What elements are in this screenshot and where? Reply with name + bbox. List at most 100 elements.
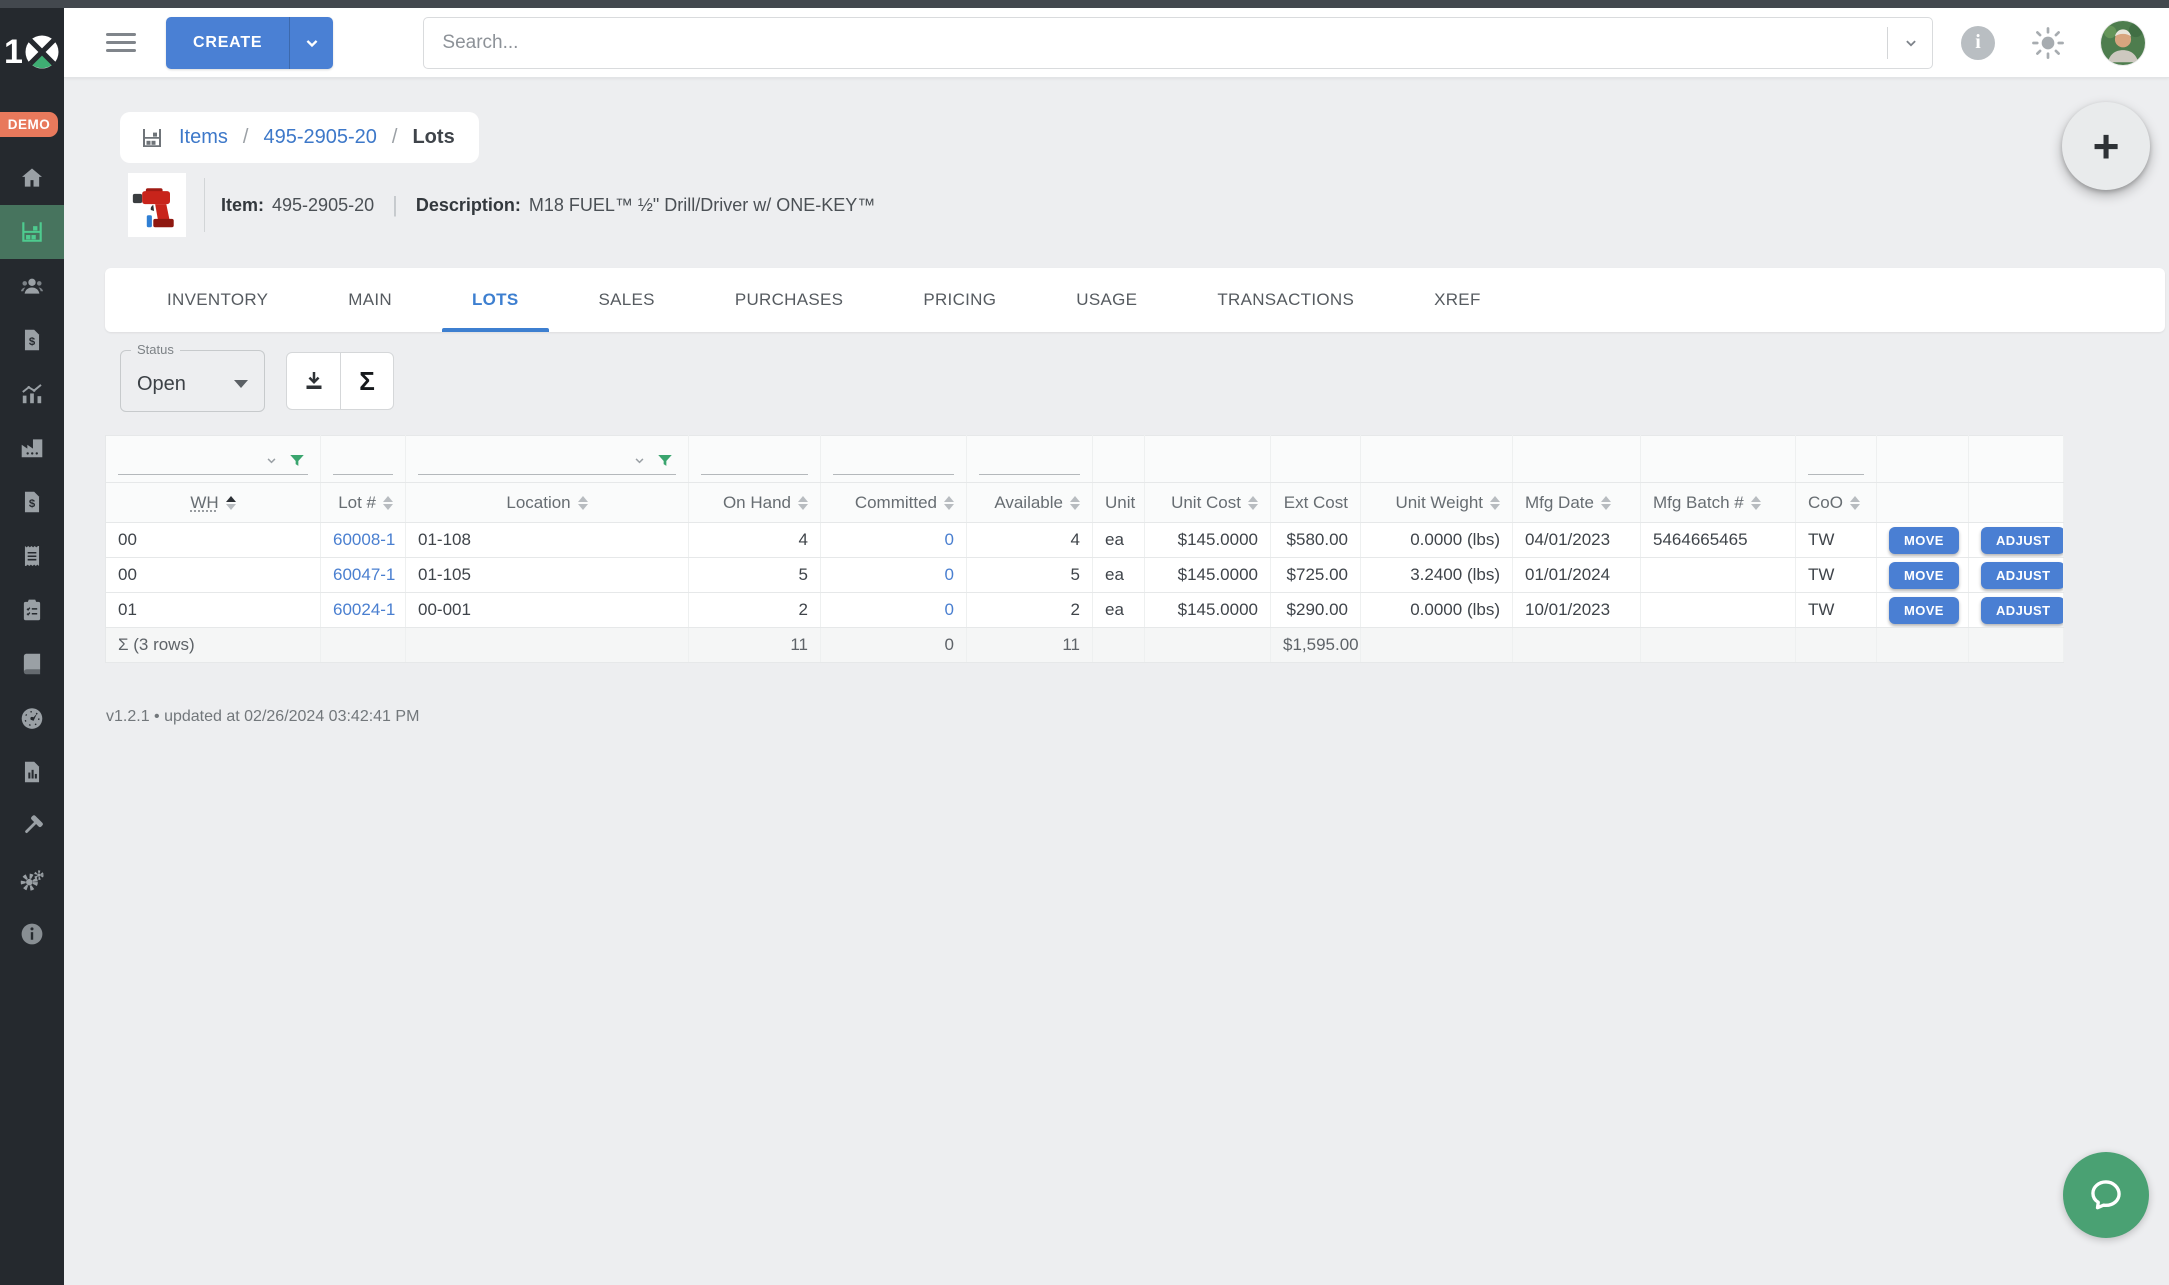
- sidebar-item-tasks[interactable]: [0, 583, 64, 637]
- tab-usage[interactable]: USAGE: [1036, 268, 1177, 332]
- adjust-button[interactable]: ADJUST: [1981, 562, 2064, 589]
- lot-filter-input[interactable]: [333, 449, 393, 475]
- column-header-committed[interactable]: Committed: [821, 483, 967, 523]
- unit-cost-cell: $145.0000: [1145, 558, 1271, 593]
- committed-link[interactable]: 0: [945, 565, 954, 584]
- column-header-on-hand[interactable]: On Hand: [689, 483, 821, 523]
- adjust-button[interactable]: ADJUST: [1981, 597, 2064, 624]
- create-dropdown-button[interactable]: [289, 17, 333, 69]
- search-input[interactable]: [442, 32, 1877, 54]
- breadcrumb-item-number-link[interactable]: 495-2905-20: [263, 126, 376, 149]
- lot-link[interactable]: 60047-1: [333, 565, 395, 584]
- user-avatar[interactable]: [2101, 21, 2145, 65]
- table-tools: Σ: [286, 352, 394, 410]
- info-button[interactable]: i: [1961, 26, 1995, 60]
- column-header-mfg-batch[interactable]: Mfg Batch #: [1641, 483, 1796, 523]
- sidebar-item-tools[interactable]: [0, 799, 64, 853]
- tab-transactions[interactable]: TRANSACTIONS: [1177, 268, 1394, 332]
- add-fab-button[interactable]: +: [2062, 102, 2150, 190]
- sidebar-item-home[interactable]: [0, 151, 64, 205]
- filter-funnel-icon[interactable]: [656, 452, 674, 470]
- breadcrumb-separator: /: [392, 126, 398, 149]
- breadcrumb-separator: /: [243, 126, 249, 149]
- breadcrumb-items-link[interactable]: Items: [179, 126, 228, 149]
- coo-filter-input[interactable]: [1808, 449, 1864, 475]
- totals-sigma-button[interactable]: Σ: [340, 353, 393, 409]
- column-header-unit: Unit: [1093, 483, 1145, 523]
- on-hand-filter-input[interactable]: [701, 449, 808, 475]
- chevron-down-icon: [1902, 34, 1920, 52]
- book-icon: [19, 651, 45, 677]
- mfg-batch-cell: 5464665465: [1641, 523, 1796, 558]
- sidebar-item-sales[interactable]: $: [0, 313, 64, 367]
- chat-fab-button[interactable]: [2063, 1152, 2149, 1238]
- move-button[interactable]: MOVE: [1889, 562, 1959, 589]
- committed-filter-input[interactable]: [833, 449, 954, 475]
- move-button[interactable]: MOVE: [1889, 597, 1959, 624]
- factory-icon: [19, 435, 45, 461]
- sidebar-item-settings[interactable]: [0, 853, 64, 907]
- tab-sales[interactable]: SALES: [559, 268, 695, 332]
- column-header-available[interactable]: Available: [967, 483, 1093, 523]
- tab-xref[interactable]: XREF: [1394, 268, 1521, 332]
- filter-funnel-icon[interactable]: [288, 452, 306, 470]
- column-header-mfg-date[interactable]: Mfg Date: [1513, 483, 1641, 523]
- theme-sun-icon[interactable]: [2029, 24, 2067, 62]
- sidebar-item-ledger[interactable]: [0, 637, 64, 691]
- version-status-text: v1.2.1 • updated at 02/26/2024 03:42:41 …: [106, 708, 419, 726]
- menu-toggle-button[interactable]: [106, 33, 136, 52]
- tab-inventory[interactable]: INVENTORY: [127, 268, 308, 332]
- unit-weight-cell: 0.0000 (lbs): [1361, 593, 1513, 628]
- available-cell: 5: [967, 558, 1093, 593]
- invoice-dollar-icon: $: [19, 327, 45, 353]
- wh-filter-select[interactable]: [118, 449, 308, 475]
- sidebar-item-receipts[interactable]: [0, 529, 64, 583]
- available-filter-input[interactable]: [979, 449, 1080, 475]
- search-scope-dropdown[interactable]: [1887, 27, 1920, 59]
- ext-cost-cell: $725.00: [1271, 558, 1361, 593]
- create-button[interactable]: CREATE: [166, 17, 289, 69]
- column-header-unit-weight[interactable]: Unit Weight: [1361, 483, 1513, 523]
- chevron-down-icon: [234, 380, 248, 388]
- column-header-lot[interactable]: Lot #: [321, 483, 406, 523]
- tab-lots[interactable]: LOTS: [432, 268, 559, 332]
- lot-row: 01 60024-1 00-001 2 0 2 ea $145.0000 $29…: [106, 593, 2064, 628]
- sidebar-item-manufacturing[interactable]: [0, 421, 64, 475]
- committed-link[interactable]: 0: [945, 600, 954, 619]
- lot-link[interactable]: 60024-1: [333, 600, 395, 619]
- lot-link[interactable]: 60008-1: [333, 530, 395, 549]
- column-header-coo[interactable]: CoO: [1796, 483, 1877, 523]
- lot-row: 00 60008-1 01-108 4 0 4 ea $145.0000 $58…: [106, 523, 2064, 558]
- available-cell: 2: [967, 593, 1093, 628]
- on-hand-cell: 5: [689, 558, 821, 593]
- sidebar-item-about[interactable]: [0, 907, 64, 961]
- tab-pricing[interactable]: PRICING: [883, 268, 1036, 332]
- column-header-unit-cost[interactable]: Unit Cost: [1145, 483, 1271, 523]
- sidebar-item-purchasing[interactable]: $: [0, 475, 64, 529]
- clipboard-icon: [19, 597, 45, 623]
- mfg-date-cell: 04/01/2023: [1513, 523, 1641, 558]
- location-filter-select[interactable]: [418, 449, 676, 475]
- sidebar-item-items[interactable]: [0, 205, 64, 259]
- move-button[interactable]: MOVE: [1889, 527, 1959, 554]
- chevron-down-icon: [632, 453, 647, 468]
- tab-purchases[interactable]: PURCHASES: [695, 268, 884, 332]
- available-cell: 4: [967, 523, 1093, 558]
- adjust-button[interactable]: ADJUST: [1981, 527, 2064, 554]
- sidebar-item-reports[interactable]: [0, 745, 64, 799]
- status-select[interactable]: Status Open: [120, 350, 265, 412]
- sidebar-item-contacts[interactable]: [0, 259, 64, 313]
- sort-icon: [944, 496, 954, 510]
- export-download-button[interactable]: [287, 353, 340, 409]
- sidebar-item-dashboard[interactable]: [0, 691, 64, 745]
- sidebar-item-analytics[interactable]: [0, 367, 64, 421]
- sort-icon: [1490, 496, 1500, 510]
- hammer-icon: [19, 813, 45, 839]
- tab-main[interactable]: MAIN: [308, 268, 432, 332]
- column-header-location[interactable]: Location: [406, 483, 689, 523]
- sum-available: 11: [967, 628, 1093, 663]
- sum-committed: 0: [821, 628, 967, 663]
- home-icon: [19, 165, 45, 191]
- column-header-wh[interactable]: WH: [106, 483, 321, 523]
- committed-link[interactable]: 0: [945, 530, 954, 549]
